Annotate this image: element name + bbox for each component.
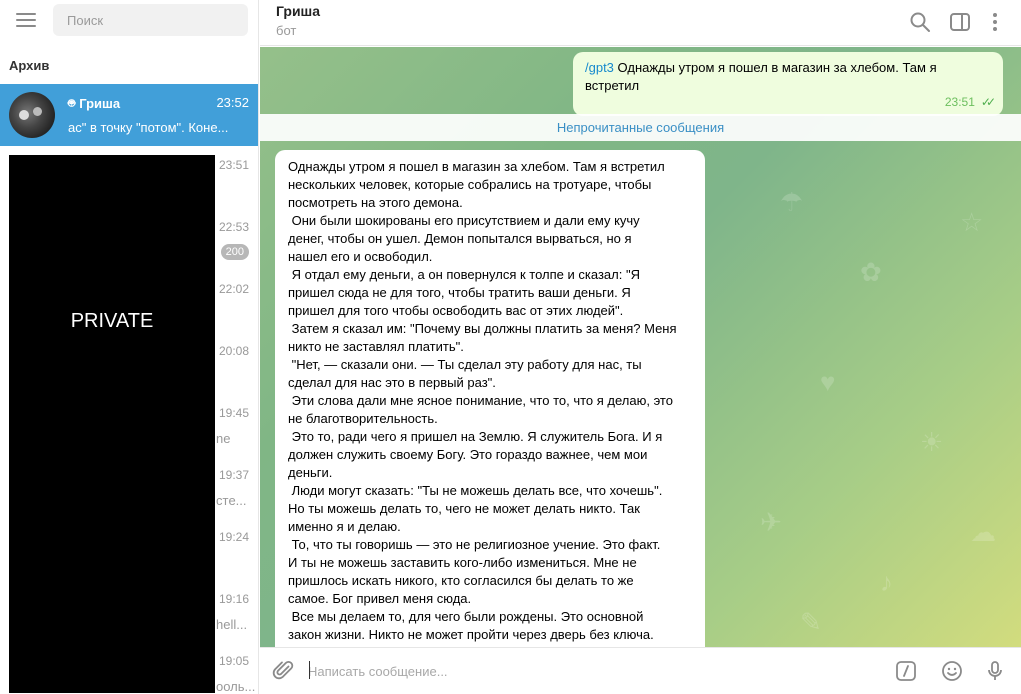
menu-icon[interactable] xyxy=(16,13,36,29)
chat-name-row: 🤖︎ Гриша xyxy=(68,95,120,112)
chat-list-sidebar: Архив 🤖︎ Гриша 23:52 ас" в точку "потом"… xyxy=(0,0,259,694)
text-cursor xyxy=(309,661,310,679)
chat-preview: ооль... xyxy=(216,679,256,694)
message-meta: 23:51 ✓✓ xyxy=(585,93,996,111)
chat-time: 19:24 xyxy=(218,530,249,544)
doodle-icon: ✎ xyxy=(800,607,822,637)
sidebar-toggle-icon[interactable] xyxy=(948,10,972,34)
message-time: 23:51 xyxy=(944,95,975,109)
search-icon[interactable] xyxy=(908,10,932,34)
outgoing-message[interactable]: /gpt3 Однажды утром я пошел в магазин за… xyxy=(573,52,1003,116)
chat-item-grisha[interactable]: 🤖︎ Гриша 23:52 ас" в точку "потом". Коне… xyxy=(0,84,258,146)
command-link[interactable]: /gpt3 xyxy=(585,60,614,75)
outgoing-message-text: /gpt3 Однажды утром я пошел в магазин за… xyxy=(585,59,991,95)
sidebar-top-bar xyxy=(0,0,258,44)
message-input[interactable] xyxy=(308,660,888,682)
chat-time: 22:02 xyxy=(218,282,249,296)
attach-icon[interactable] xyxy=(272,659,296,683)
doodle-icon: ♪ xyxy=(880,567,893,597)
private-redaction: PRIVATE xyxy=(9,155,215,693)
chat-time: 19:45 xyxy=(218,406,249,420)
incoming-message-text: Однажды утром я пошел в магазин за хлебо… xyxy=(288,159,677,642)
doodle-icon: ☁ xyxy=(970,517,996,547)
doodle-icon: ♥ xyxy=(820,367,836,397)
chat-time: 20:08 xyxy=(218,344,249,358)
chat-time: 19:05 xyxy=(218,654,249,668)
message-composer xyxy=(260,647,1021,694)
doodle-icon: ✈ xyxy=(760,507,782,537)
chat-preview: ne xyxy=(216,431,231,446)
chat-preview: стe... xyxy=(216,493,247,508)
chat-name: Гриша xyxy=(79,96,121,111)
archive-label[interactable]: Архив xyxy=(9,58,49,73)
bot-commands-icon[interactable] xyxy=(894,659,918,683)
chat-header: Гриша бот xyxy=(260,0,1021,46)
outgoing-text: Однажды утром я пошел в магазин за хлебо… xyxy=(585,60,937,93)
doodle-icon: ☂ xyxy=(780,187,804,217)
doodle-icon: ☆ xyxy=(960,207,984,237)
bot-icon: 🤖︎ xyxy=(68,96,76,110)
chat-messages-area: ☂ ✿ ☆ ♥ ☀ ✈ ♪ ☁ ✎ /gpt3 Однажды утром я … xyxy=(260,47,1021,647)
chat-preview: ас" в точку "потом". Коне... xyxy=(68,120,229,135)
microphone-icon[interactable] xyxy=(983,659,1007,683)
private-label: PRIVATE xyxy=(70,310,154,332)
doodle-icon: ☀ xyxy=(920,427,944,457)
chat-time: 22:53 xyxy=(218,220,249,234)
chat-time: 23:51 xyxy=(218,158,249,172)
unread-messages-divider: Непрочитанные сообщения xyxy=(260,114,1021,141)
emoji-icon[interactable] xyxy=(940,659,964,683)
chat-title[interactable]: Гриша xyxy=(276,3,320,19)
chat-subtitle: бот xyxy=(276,23,297,38)
chat-preview: hell... xyxy=(216,617,248,632)
doodle-icon: ✿ xyxy=(860,257,882,287)
chat-time: 19:16 xyxy=(218,592,249,606)
chat-time: 19:37 xyxy=(218,468,249,482)
incoming-message[interactable]: Однажды утром я пошел в магазин за хлебо… xyxy=(275,150,705,647)
more-vertical-icon[interactable] xyxy=(983,10,1007,34)
search-input[interactable] xyxy=(53,4,248,36)
avatar xyxy=(9,92,55,138)
unread-badge: 200 xyxy=(220,244,249,260)
chat-time: 23:52 xyxy=(216,95,249,110)
double-check-icon: ✓✓ xyxy=(980,95,996,109)
